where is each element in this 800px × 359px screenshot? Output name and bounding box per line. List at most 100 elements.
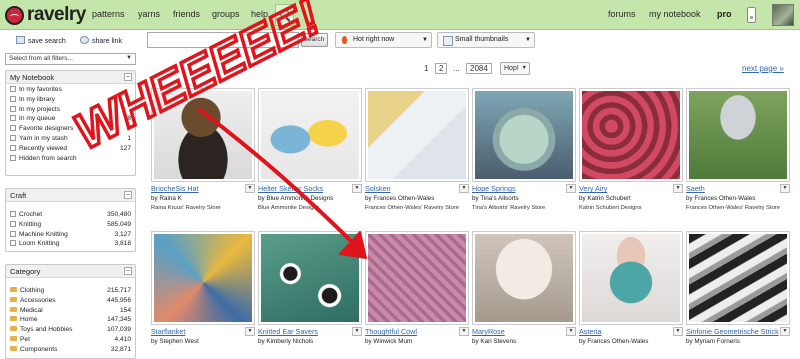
checkbox[interactable] [10, 115, 16, 122]
hop-select[interactable]: Hop! ▼ [500, 62, 530, 75]
pattern-title-link[interactable]: Sinfonie Geometrische Strick [686, 327, 790, 337]
checkbox[interactable] [10, 230, 16, 237]
category-item[interactable]: Accessories 445,956 [6, 296, 135, 307]
pattern-store-link[interactable]: Tina's Allsorts' Ravelry Store [472, 205, 576, 211]
nav-my-notebook[interactable]: my notebook [649, 9, 701, 19]
pattern-title-link[interactable]: Knitted Ear Savers [258, 327, 362, 337]
pattern-thumbnail[interactable] [472, 88, 576, 182]
checkbox[interactable] [10, 86, 16, 92]
search-input[interactable] [147, 32, 299, 48]
nav-groups[interactable]: groups [212, 9, 240, 19]
craft-item[interactable]: Crochet 350,480 [6, 211, 135, 221]
nav-forums[interactable]: forums [608, 9, 636, 19]
search-button[interactable]: search [301, 33, 328, 47]
pattern-menu-button[interactable]: ▼ [780, 184, 790, 193]
ravelry-logo[interactable]: ravelry [5, 4, 86, 26]
checkbox[interactable] [10, 125, 16, 132]
pattern-menu-button[interactable]: ▼ [459, 327, 469, 336]
pattern-title-link[interactable]: Hope Springs [472, 184, 576, 194]
page-last-link[interactable]: 2084 [466, 63, 492, 74]
pattern-store-link[interactable]: Frances Othen-Wales' Ravelry Store [365, 205, 469, 211]
pattern-title-link[interactable]: Very Airy [579, 184, 683, 194]
nav-help[interactable]: help [251, 9, 268, 19]
pattern-designer[interactable]: by Winwick Mum [365, 338, 469, 345]
pattern-title-link[interactable]: Asteria [579, 327, 683, 337]
next-page-link[interactable]: next page » [742, 64, 784, 73]
checkbox[interactable] [10, 95, 16, 102]
category-item[interactable]: Home 147,345 [6, 316, 135, 326]
pattern-title-link[interactable]: Saeth [686, 184, 790, 194]
pattern-menu-button[interactable]: ▼ [566, 327, 576, 336]
pattern-thumbnail[interactable] [686, 231, 790, 325]
notebook-item[interactable]: In my favorites [6, 86, 135, 96]
pattern-designer[interactable]: by Stephen West [151, 338, 255, 345]
collapse-icon[interactable]: – [124, 191, 132, 199]
pattern-designer[interactable]: by Kari Stevens [472, 338, 576, 345]
pattern-title-link[interactable]: BriocheSis Hat [151, 184, 255, 194]
view-select[interactable]: Small thumbnails ▼ [437, 32, 535, 48]
pattern-thumbnail[interactable] [151, 88, 255, 182]
pattern-menu-button[interactable]: ▼ [780, 327, 790, 336]
pattern-menu-button[interactable]: ▼ [459, 184, 469, 193]
pattern-menu-button[interactable]: ▼ [673, 184, 683, 193]
pattern-store-link[interactable]: Raina Kruus' Ravelry Store [151, 205, 255, 211]
pattern-store-link[interactable]: Blue Ammonite Designs [258, 205, 362, 211]
collapse-icon[interactable]: – [124, 267, 132, 275]
pattern-designer[interactable]: by Frances Othen-Wales [579, 338, 683, 345]
category-item[interactable]: Clothing 215,717 [6, 287, 135, 297]
pattern-thumbnail[interactable] [686, 88, 790, 182]
pattern-designer[interactable]: by Kimberly Nichols [258, 338, 362, 345]
notebook-item[interactable]: Favorite designers [6, 125, 135, 135]
pattern-designer[interactable]: by Blue Ammonite Designs [258, 195, 362, 202]
pattern-menu-button[interactable]: ▼ [352, 184, 362, 193]
notebook-item[interactable]: Recently viewed 127 [6, 144, 135, 155]
category-item[interactable]: Pet 4,410 [6, 335, 135, 346]
pattern-designer[interactable]: by Tina's Allsorts [472, 195, 576, 202]
pattern-thumbnail[interactable] [258, 231, 362, 325]
checkbox[interactable] [10, 220, 16, 227]
checkbox[interactable] [10, 211, 16, 217]
craft-item[interactable]: Machine Knitting 3,127 [6, 230, 135, 241]
pattern-store-link[interactable]: Frances Othen-Wales' Ravelry Store [686, 205, 790, 211]
pattern-thumbnail[interactable] [151, 231, 255, 325]
notebook-item[interactable]: In my queue 8 [6, 115, 135, 125]
pattern-designer[interactable]: by Frances Othen-Wales [365, 195, 469, 202]
pattern-store-link[interactable]: Katrin Schubert Designs [579, 205, 683, 211]
share-link[interactable]: share link [80, 36, 122, 45]
pattern-designer[interactable]: by Raina K [151, 195, 255, 202]
checkbox[interactable] [10, 154, 16, 161]
sort-select[interactable]: Hot right now ▼ [335, 32, 432, 48]
category-header[interactable]: Category – [6, 265, 135, 278]
avatar[interactable] [772, 4, 794, 26]
pro-link[interactable]: pro [717, 9, 732, 19]
craft-item[interactable]: Knitting 585,049 [6, 220, 135, 231]
pattern-title-link[interactable]: Helter Skelter Socks [258, 184, 362, 194]
my-notebook-header[interactable]: My Notebook – [6, 71, 135, 84]
message-icon[interactable] [747, 7, 756, 23]
category-item[interactable]: Toys and Hobbies 107,039 [6, 326, 135, 336]
pattern-title-link[interactable]: Thoughtful Cowl [365, 327, 469, 337]
checkbox[interactable] [10, 240, 16, 247]
checkbox[interactable] [10, 134, 16, 141]
pattern-menu-button[interactable]: ▼ [245, 184, 255, 193]
pattern-designer[interactable]: by Frances Othen-Wales [686, 195, 790, 202]
pattern-thumbnail[interactable] [579, 231, 683, 325]
category-item[interactable]: Medical 154 [6, 306, 135, 317]
pattern-menu-button[interactable]: ▼ [352, 327, 362, 336]
pattern-title-link[interactable]: Solsken [365, 184, 469, 194]
craft-item[interactable]: Loom Knitting 3,818 [6, 240, 135, 250]
pattern-thumbnail[interactable] [365, 88, 469, 182]
pattern-designer[interactable]: by Katrin Schubert [579, 195, 683, 202]
checkbox[interactable] [10, 105, 16, 112]
nav-patterns[interactable]: patterns [92, 9, 125, 19]
craft-header[interactable]: Craft – [6, 189, 135, 202]
pattern-thumbnail[interactable] [365, 231, 469, 325]
nav-friends[interactable]: friends [173, 9, 200, 19]
pattern-designer[interactable]: by Myriam Forneris [686, 338, 790, 345]
page-2-link[interactable]: 2 [435, 63, 448, 74]
search-icon[interactable] [275, 4, 294, 26]
notebook-item[interactable]: In my projects [6, 105, 135, 116]
notebook-item[interactable]: Hidden from search [6, 154, 135, 165]
pattern-thumbnail[interactable] [258, 88, 362, 182]
pattern-thumbnail[interactable] [472, 231, 576, 325]
